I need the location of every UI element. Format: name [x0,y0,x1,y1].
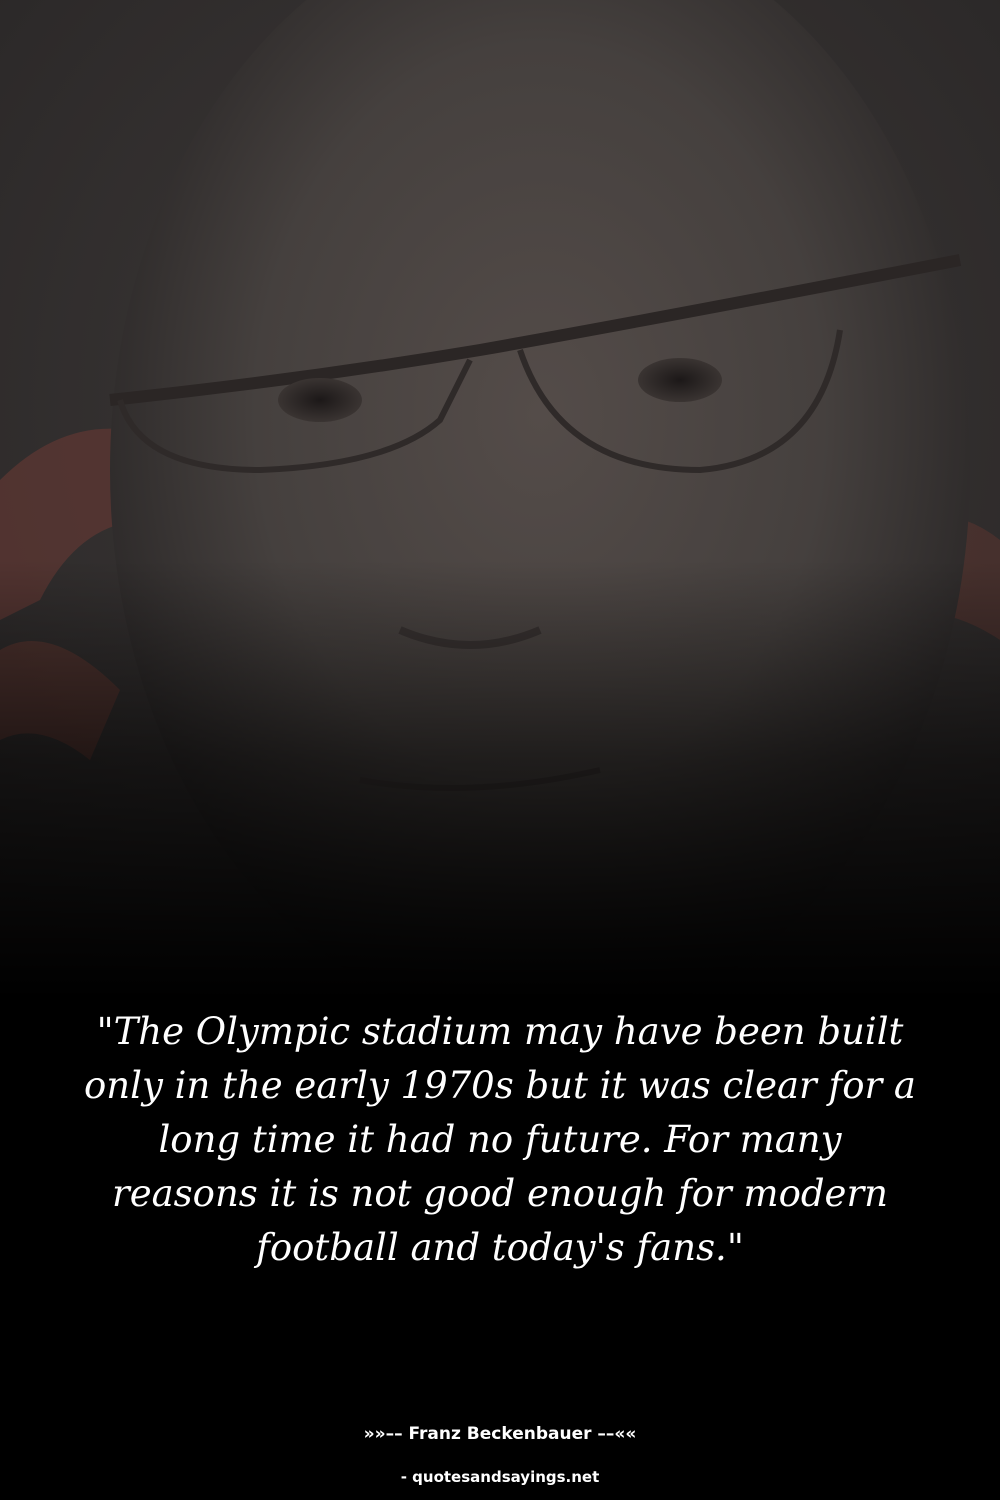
author-attribution: »»–– Franz Beckenbauer ––«« [363,1424,637,1444]
quote-text: "The Olympic stadium may have been built… [84,1010,916,1269]
quote-block: "The Olympic stadium may have been built… [80,1005,920,1275]
source-site: - quotesandsayings.net [400,1468,600,1486]
photo-fade-overlay [0,560,1000,1000]
quote-poster: "The Olympic stadium may have been built… [0,0,1000,1500]
